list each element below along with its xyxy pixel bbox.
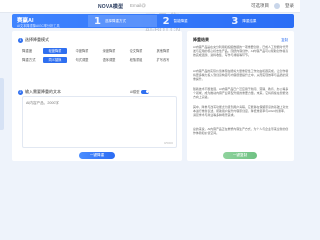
option-synonym[interactable]: 同义替换 <box>43 57 67 63</box>
section-2-badge: 2 <box>18 89 23 95</box>
section-2-label: 输入需要降重的文本 <box>25 89 61 94</box>
app-subtitle: AI文本降重降AIGC率分析工具 <box>17 23 60 28</box>
brand-subtext: Email@ <box>130 3 146 8</box>
result-paragraph: 总的来说，AI内容产品正在重塑内容生产方式，为个人与企业带来全新的创作体验和价值… <box>193 127 289 136</box>
section-1-badge: 1 <box>18 37 23 43</box>
step-2-number: 2 <box>162 16 170 27</box>
option-order[interactable]: 语序调整 <box>97 57 121 63</box>
result-paragraph: AI内容产品的实际价值体现在能将大量重复性工作交由机器完成，让创作者将更多精力投… <box>193 69 289 82</box>
section-1-label: 选择降重模式 <box>25 37 49 42</box>
result-paragraph: 随着技术不断发展，AI内容产品已广泛应用于新闻、营销、教育、办公等多个领域，成为… <box>193 87 289 100</box>
step-2[interactable]: 2 智能降重 <box>157 15 226 27</box>
section-input-title: 2 输入需要降重的文本 <box>18 89 61 95</box>
option-other[interactable]: 其他降重 <box>151 48 175 54</box>
option-paper[interactable]: 论文降重 <box>124 48 148 54</box>
top-link-projects[interactable]: 可选项目 <box>251 3 269 9</box>
step-3[interactable]: 3 降重结果 <box>225 15 294 27</box>
top-link-login[interactable]: 登录 <box>285 3 294 9</box>
step-2-label: 智能降重 <box>173 19 188 23</box>
copy-all-button[interactable]: 一键复制 <box>223 152 257 159</box>
top-right-links: 可选项目 登录 <box>251 3 294 9</box>
option-light[interactable]: 轻度降重 <box>43 48 67 54</box>
row-label-degree: 降重度 <box>22 49 33 54</box>
step-1-number: 1 <box>94 16 101 27</box>
char-counter: 0/5000 <box>163 141 173 145</box>
rewrite-button[interactable]: 一键降重 <box>79 152 115 159</box>
option-deep[interactable]: 深度降重 <box>97 48 121 54</box>
step-3-number: 3 <box>231 16 239 27</box>
input-text: AI内容产品，2000字 <box>26 101 59 105</box>
text-input-area[interactable]: AI内容产品，2000字 0/5000 <box>22 96 177 148</box>
option-medium[interactable]: 中度降重 <box>70 48 94 54</box>
model-selector[interactable]: AI模型 <box>130 89 150 94</box>
option-expand[interactable]: 扩写改写 <box>151 57 175 63</box>
option-sentence[interactable]: 句式调整 <box>70 57 94 63</box>
model-label: AI模型 <box>130 90 140 94</box>
step-3-label: 降重结果 <box>242 19 257 23</box>
result-title: 降重结果 <box>193 37 209 42</box>
option-row-method: 降重方式 同义替换 句式调整 语序调整 段落重组 扩写改写 <box>22 57 175 63</box>
row-label-method: 降重方式 <box>22 58 36 63</box>
step-1-label: 选择降重方式 <box>105 19 126 23</box>
model-toggle[interactable] <box>141 89 150 94</box>
avatar[interactable] <box>274 3 280 9</box>
step-1[interactable]: 1 选择降重方式 <box>88 15 157 27</box>
app-header: 赛赢AI AI文本降重降AIGC率分析工具 1 选择降重方式 2 智能降重 3 … <box>12 14 294 28</box>
copy-link[interactable]: 复制 <box>281 37 288 42</box>
side-drawer-handle[interactable] <box>0 78 4 130</box>
result-panel: 降重结果 复制 AI内容产品是在充分利用和挖掘数据的一项重要创新，已成人工智能时… <box>187 31 294 161</box>
brand-name[interactable]: NOVA模型 <box>98 3 123 10</box>
option-row-degree: 降重度 轻度降重 中度降重 深度降重 论文降重 其他降重 <box>22 48 175 54</box>
input-panel: 1 选择降重模式 降重度 轻度降重 中度降重 深度降重 论文降重 其他降重 降重… <box>12 31 182 161</box>
step-progress: 1 选择降重方式 2 智能降重 3 降重结果 <box>88 15 294 27</box>
option-restructure[interactable]: 段落重组 <box>124 57 148 63</box>
result-paragraph: 其中，降重与改写功能尤为受到用户青睐，它能够在保留原意的基础上对文本进行重新表述… <box>193 105 289 118</box>
result-paragraph: AI内容产品是在充分利用和挖掘数据的一项重要创新，已成人工智能时代开发与应用的核… <box>193 45 289 58</box>
section-mode-title: 1 选择降重模式 <box>18 37 49 43</box>
